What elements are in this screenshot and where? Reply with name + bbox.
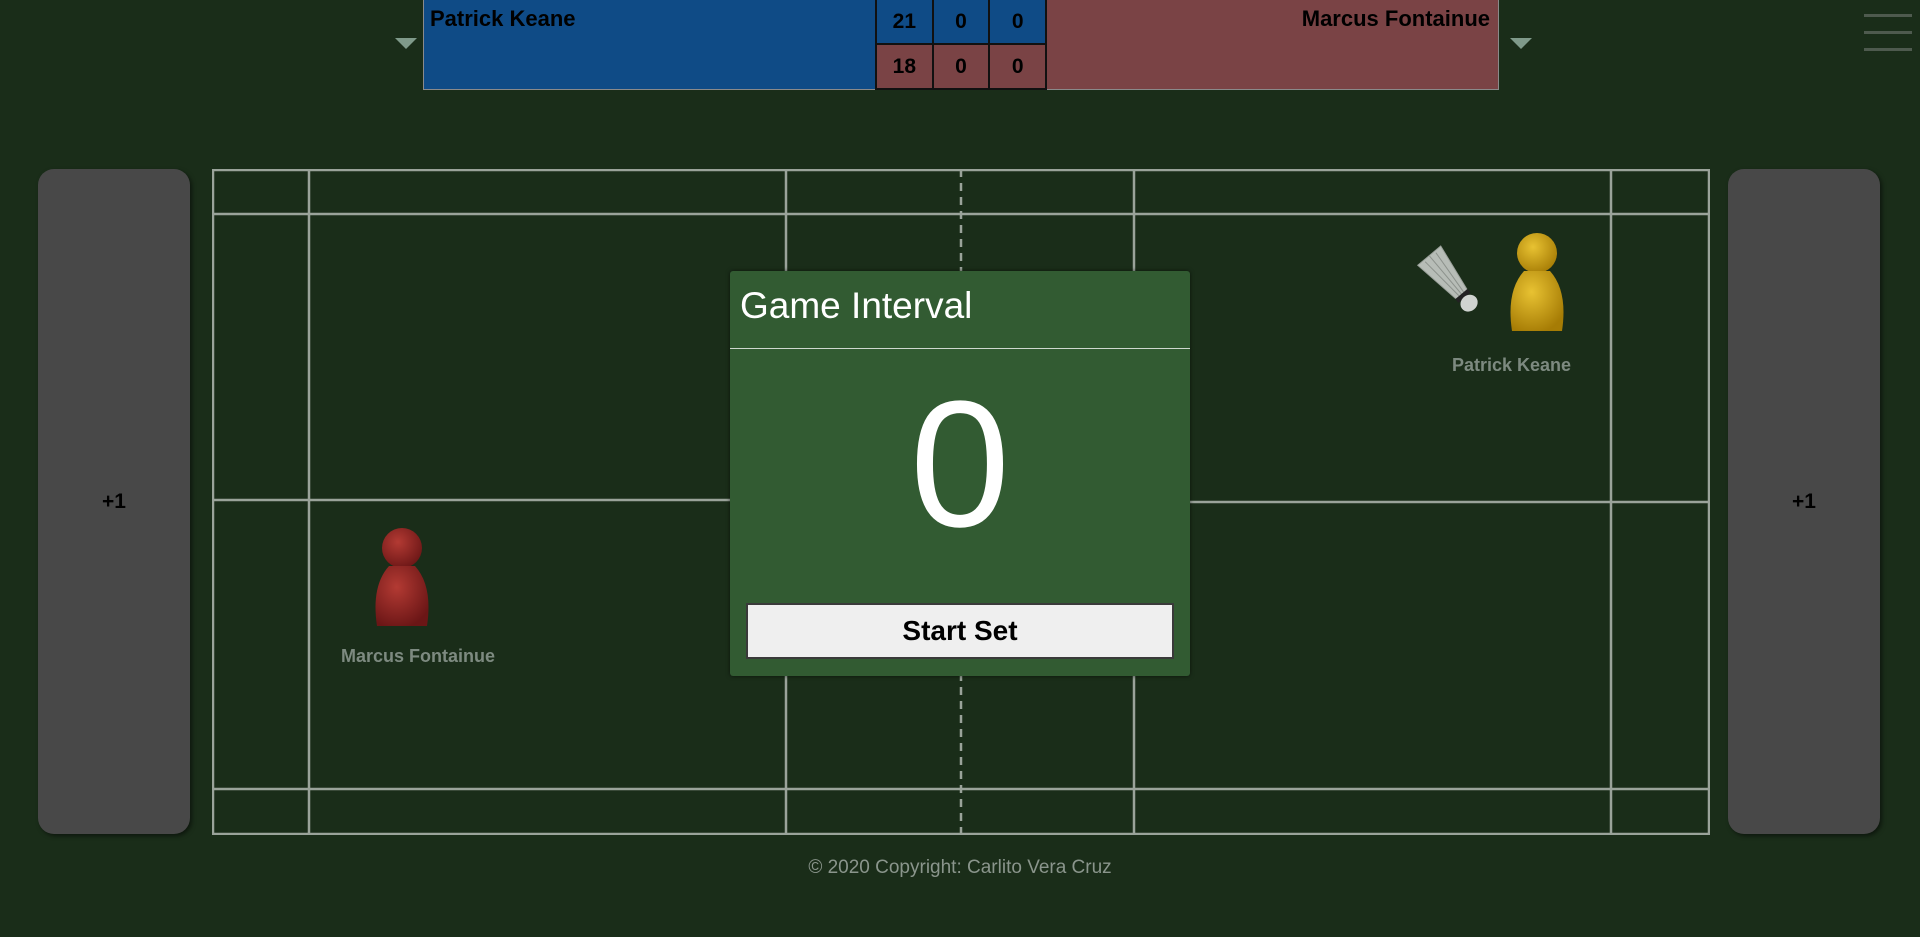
game-interval-modal: Game Interval 0 Start Set: [730, 271, 1190, 676]
score-cell: 0: [934, 45, 991, 88]
score-cell: 18: [877, 45, 934, 88]
start-set-button[interactable]: Start Set: [746, 603, 1174, 659]
left-team-name: Patrick Keane: [430, 6, 576, 31]
left-add-point-label: +1: [102, 489, 126, 513]
score-row-bottom: 18 0 0: [877, 45, 1045, 90]
left-team-panel: Patrick Keane: [423, 0, 875, 90]
left-player-name: Marcus Fontainue: [341, 646, 496, 666]
scoreboard: Patrick Keane 21 0 0 18 0 0 Marcus Fonta…: [423, 0, 1499, 91]
left-team-dropdown-icon[interactable]: [395, 38, 417, 49]
modal-divider: [730, 348, 1190, 349]
score-cell: 0: [1011, 9, 1024, 33]
hamburger-menu-icon[interactable]: [1864, 14, 1912, 54]
right-add-point-button[interactable]: +1: [1728, 169, 1880, 834]
right-team-panel: Marcus Fontainue: [1047, 0, 1499, 90]
score-grid: 21 0 0 18 0 0: [875, 0, 1047, 90]
modal-title: Game Interval: [740, 285, 973, 326]
score-cell: 0: [934, 0, 991, 43]
interval-countdown: 0: [909, 364, 1011, 565]
score-cell: 21: [877, 0, 934, 43]
right-team-name: Marcus Fontainue: [1301, 6, 1490, 31]
copyright-footer: © 2020 Copyright: Carlito Vera Cruz: [808, 857, 1112, 878]
right-team-dropdown-icon[interactable]: [1510, 38, 1532, 49]
score-row-top: 21 0 0: [877, 0, 1045, 45]
right-add-point-label: +1: [1792, 489, 1816, 513]
score-cell: 0: [1011, 54, 1024, 78]
right-player-name: Patrick Keane: [1452, 355, 1572, 375]
left-add-point-button[interactable]: +1: [38, 169, 190, 834]
